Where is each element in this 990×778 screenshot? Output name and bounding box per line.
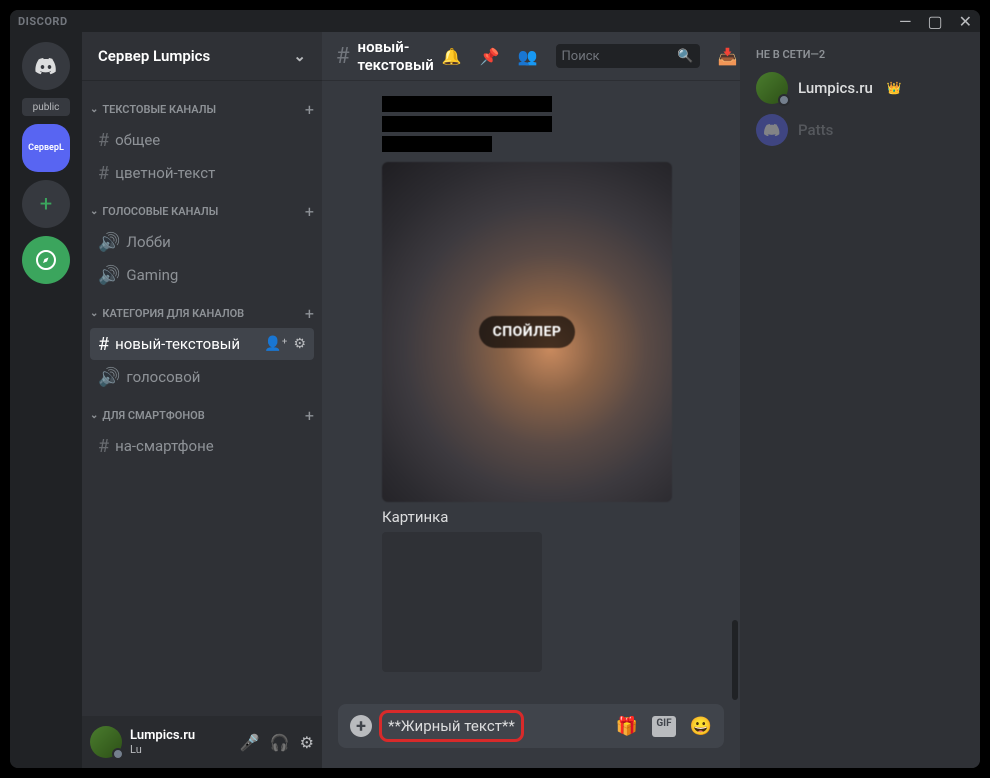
channel-item[interactable]: # общее: [90, 124, 314, 156]
emoji-icon[interactable]: 😀: [690, 716, 712, 737]
channel-name: Gaming: [126, 266, 178, 284]
search-placeholder: Поиск: [562, 49, 600, 64]
attachment-placeholder[interactable]: [382, 532, 542, 672]
speaker-icon: 🔊: [98, 232, 120, 253]
speaker-icon: 🔊: [98, 367, 120, 388]
server-item-active[interactable]: СерверL: [22, 124, 70, 172]
member-avatar: [756, 72, 788, 104]
scrollbar-thumb[interactable]: [732, 620, 738, 700]
speaker-icon: 🔊: [98, 265, 120, 286]
user-avatar[interactable]: [90, 726, 122, 758]
category-label[interactable]: ТЕКСТОВЫЕ КАНАЛЫ: [90, 103, 216, 116]
notifications-icon[interactable]: 🔔: [442, 47, 462, 66]
channel-name: Лобби: [126, 233, 170, 251]
inbox-icon[interactable]: 📥: [718, 47, 738, 66]
category-phones: ДЛЯ СМАРТФОНОВ +: [82, 394, 322, 429]
gif-button[interactable]: GIF: [652, 716, 675, 737]
discord-icon: [34, 54, 58, 78]
user-name: Lumpics.ru: [130, 728, 232, 743]
hash-icon: #: [336, 44, 350, 69]
channel-name: цветной-текст: [115, 164, 215, 182]
gift-icon[interactable]: 🎁: [616, 716, 638, 737]
category-text: ТЕКСТОВЫЕ КАНАЛЫ +: [82, 88, 322, 123]
composer-input[interactable]: **Жирный текст**: [384, 717, 604, 735]
category-custom: КАТЕГОРИЯ ДЛЯ КАНАЛОВ +: [82, 292, 322, 327]
channel-item[interactable]: # цветной-текст: [90, 157, 314, 189]
add-channel-button[interactable]: +: [305, 304, 314, 323]
minimize-button[interactable]: —: [899, 12, 912, 31]
chat-header: # новый-текстовый 🔔 📌 👥 Поиск 🔍 📥 ❔: [322, 32, 740, 80]
composer-text-content: **Жирный текст**: [384, 715, 519, 737]
status-indicator: [778, 94, 790, 106]
category-label[interactable]: ДЛЯ СМАРТФОНОВ: [90, 409, 205, 422]
redacted-text: [382, 136, 492, 152]
spoiler-image[interactable]: СПОЙЛЕР: [382, 162, 672, 502]
add-channel-button[interactable]: +: [305, 100, 314, 119]
user-tag: Lu: [130, 743, 232, 756]
chat-column: # новый-текстовый 🔔 📌 👥 Поиск 🔍 📥 ❔: [322, 32, 740, 768]
window-titlebar: DISCORD — ▢ ✕: [10, 10, 980, 32]
home-button[interactable]: [22, 42, 70, 90]
channel-name: общее: [115, 131, 160, 149]
user-panel: Lumpics.ru Lu 🎤 🎧 ⚙: [82, 716, 322, 768]
add-channel-button[interactable]: +: [305, 406, 314, 425]
explore-button[interactable]: [22, 236, 70, 284]
category-label[interactable]: КАТЕГОРИЯ ДЛЯ КАНАЛОВ: [90, 307, 244, 320]
channel-item[interactable]: 🔊 Лобби: [90, 226, 314, 258]
attachment-caption: Картинка: [382, 508, 724, 526]
member-avatar: [756, 114, 788, 146]
search-input[interactable]: Поиск 🔍: [556, 44, 700, 68]
redacted-text: [382, 96, 552, 112]
close-button[interactable]: ✕: [959, 12, 972, 31]
channel-name: новый-текстовый: [115, 335, 240, 353]
server-rail: public СерверL +: [10, 32, 82, 768]
app-brand: DISCORD: [18, 15, 68, 28]
category-voice: ГОЛОСОВЫЕ КАНАЛЫ +: [82, 190, 322, 225]
deafen-button[interactable]: 🎧: [270, 733, 290, 752]
add-server-button[interactable]: +: [22, 180, 70, 228]
member-item[interactable]: Patts: [748, 109, 972, 151]
hash-icon: #: [98, 130, 109, 151]
chevron-down-icon: ⌄: [293, 47, 306, 65]
add-channel-button[interactable]: +: [305, 202, 314, 221]
message-list[interactable]: СПОЙЛЕР Картинка: [322, 80, 740, 704]
message-composer: + **Жирный текст** 🎁 GIF 😀: [338, 704, 724, 748]
discord-icon: [763, 121, 781, 139]
member-category-label: НЕ В СЕТИ—2: [748, 48, 972, 67]
channel-name: голосовой: [126, 368, 200, 386]
settings-button[interactable]: ⚙: [300, 733, 314, 752]
channel-name: на-смартфоне: [115, 437, 214, 455]
channel-item[interactable]: 🔊 голосовой: [90, 361, 314, 393]
public-tag[interactable]: public: [22, 98, 70, 116]
hash-icon: #: [98, 334, 109, 355]
status-indicator: [112, 748, 124, 760]
channel-item-selected[interactable]: # новый-текстовый 👤⁺ ⚙: [90, 328, 314, 360]
search-icon: 🔍: [677, 49, 693, 64]
category-label[interactable]: ГОЛОСОВЫЕ КАНАЛЫ: [90, 205, 218, 218]
maximize-button[interactable]: ▢: [927, 12, 942, 31]
channel-sidebar: Сервер Lumpics ⌄ ТЕКСТОВЫЕ КАНАЛЫ + # об…: [82, 32, 322, 768]
hash-icon: #: [98, 436, 109, 457]
spoiler-badge: СПОЙЛЕР: [479, 316, 576, 348]
attach-button[interactable]: +: [350, 715, 372, 737]
compass-icon: [34, 248, 58, 272]
member-name: Patts: [798, 121, 833, 139]
members-sidebar: НЕ В СЕТИ—2 Lumpics.ru 👑 Patts: [740, 32, 980, 768]
mute-button[interactable]: 🎤: [240, 733, 260, 752]
channel-title: новый-текстовый: [358, 38, 434, 74]
members-toggle-icon[interactable]: 👥: [518, 47, 538, 66]
crown-icon: 👑: [887, 81, 902, 95]
member-item[interactable]: Lumpics.ru 👑: [748, 67, 972, 109]
member-name: Lumpics.ru: [798, 79, 873, 97]
channel-item[interactable]: 🔊 Gaming: [90, 259, 314, 291]
gear-icon[interactable]: ⚙: [293, 336, 306, 352]
invite-icon[interactable]: 👤⁺: [264, 336, 287, 352]
pinned-icon[interactable]: 📌: [480, 47, 500, 66]
channel-item[interactable]: # на-смартфоне: [90, 430, 314, 462]
redacted-text: [382, 116, 552, 132]
hash-icon: #: [98, 163, 109, 184]
server-name: Сервер Lumpics: [98, 47, 210, 65]
server-header[interactable]: Сервер Lumpics ⌄: [82, 32, 322, 80]
